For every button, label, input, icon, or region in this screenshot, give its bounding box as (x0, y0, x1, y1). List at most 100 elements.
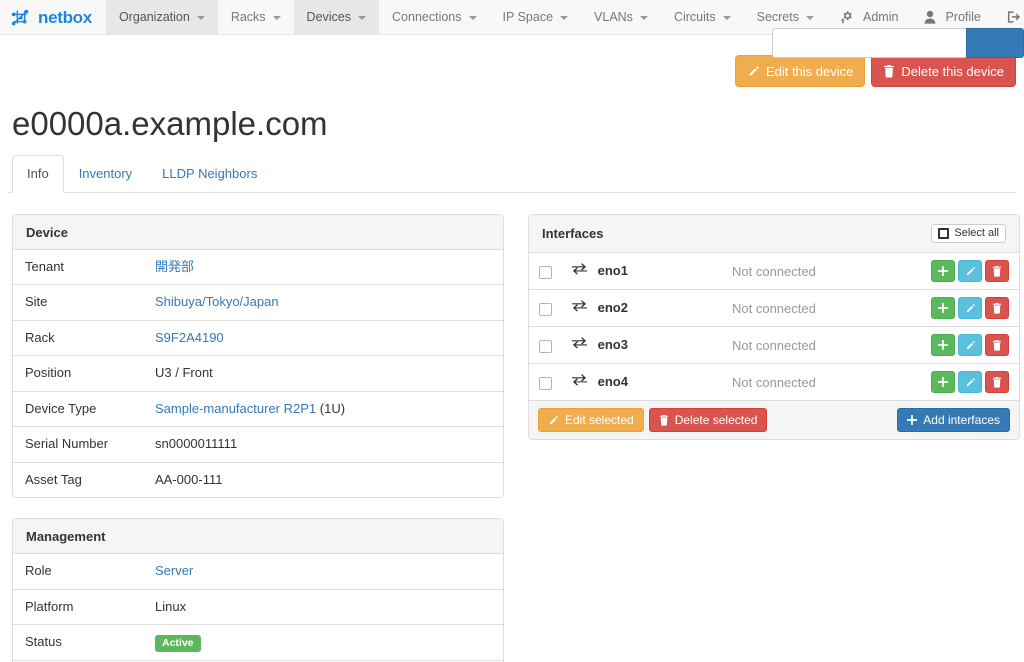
table-row: eno1 Not connected (529, 253, 1019, 290)
delete-this-device-button[interactable]: Delete this device (871, 55, 1016, 87)
table-row: eno4 Not connected (529, 363, 1019, 400)
trash-icon (992, 265, 1002, 277)
main-navbar: netbox Organization Racks Devices Connec… (0, 0, 1024, 58)
delete-interface-button[interactable] (985, 371, 1009, 393)
plus-icon (938, 266, 948, 276)
button-label: Edit selected (565, 413, 634, 427)
row-value: Shibuya/Tokyo/Japan (143, 284, 503, 321)
global-search-form (772, 28, 1024, 58)
tenant-link[interactable]: 開発部 (155, 259, 194, 274)
nav-item-ip-space[interactable]: IP Space (490, 0, 582, 34)
nav-item-racks[interactable]: Racks (218, 0, 294, 34)
edit-interface-button[interactable] (958, 334, 982, 356)
edit-interface-button[interactable] (958, 260, 982, 282)
search-submit-button[interactable] (966, 28, 1024, 58)
row-value: Sample-manufacturer R2P1 (1U) (143, 390, 503, 427)
pencil-icon (966, 266, 975, 275)
device-panel-heading: Device (13, 215, 503, 250)
interface-exchange-icon (572, 337, 587, 352)
nav-label: Connections (392, 10, 462, 24)
button-label: Add interfaces (923, 413, 1000, 427)
management-panel-heading: Management (13, 519, 503, 555)
interfaces-panel-heading: Interfaces Select all (529, 215, 1019, 253)
table-row: eno2 Not connected (529, 289, 1019, 327)
table-row: Asset Tag AA-000-111 (13, 461, 503, 498)
interface-name-cell: eno1 (562, 253, 722, 290)
rack-link[interactable]: S9F2A4190 (155, 330, 224, 345)
delete-interface-button[interactable] (985, 260, 1009, 282)
page-title: e0000a.example.com (12, 105, 328, 142)
interface-actions-cell (909, 363, 1019, 400)
interfaces-panel: Interfaces Select all eno1 Not connected… (528, 214, 1020, 440)
row-label: Position (13, 355, 143, 392)
status-badge: Active (155, 635, 201, 652)
add-connection-button[interactable] (931, 334, 955, 356)
table-row: Tenant 開発部 (13, 250, 503, 285)
nav-label: Racks (230, 10, 266, 24)
table-row: Device Type Sample-manufacturer R2P1 (1U… (13, 390, 503, 427)
device-type-height: (1U) (319, 400, 346, 416)
interface-actions-cell (909, 289, 1019, 327)
interface-exchange-icon (572, 263, 587, 278)
add-connection-button[interactable] (931, 371, 955, 393)
search-input[interactable] (772, 28, 966, 58)
nav-item-circuits[interactable]: Circuits (661, 0, 744, 34)
add-connection-button[interactable] (931, 297, 955, 319)
netbox-logo-icon (10, 7, 32, 29)
device-type-link[interactable]: Sample-manufacturer R2P1 (155, 401, 316, 416)
checkbox-square-icon (938, 228, 950, 239)
interface-row-checkbox[interactable] (539, 376, 552, 390)
trash-icon (659, 414, 669, 426)
edit-interface-button[interactable] (958, 297, 982, 319)
nav-item-devices[interactable]: Devices (293, 0, 380, 34)
left-column: Device Tenant 開発部 Site Shibuya/Tokyo/Jap… (12, 214, 504, 662)
button-label: Edit this device (765, 63, 854, 79)
nav-item-vlans[interactable]: VLANs (581, 0, 661, 34)
add-connection-button[interactable] (931, 260, 955, 282)
nav-item-organization[interactable]: Organization (105, 0, 218, 34)
table-row: Platform Linux (13, 588, 503, 625)
interface-connection-status: Not connected (722, 326, 909, 364)
delete-interface-button[interactable] (985, 297, 1009, 319)
netbox-brand-text: netbox (38, 8, 92, 27)
select-all-button[interactable]: Select all (931, 224, 1006, 243)
row-label: Status (13, 624, 143, 661)
serial-number-value: sn0000011111 (143, 426, 503, 463)
device-panel-title: Device (26, 224, 68, 240)
table-row: Site Shibuya/Tokyo/Japan (13, 284, 503, 321)
netbox-brand-link[interactable]: netbox (0, 0, 106, 35)
interface-row-checkbox[interactable] (539, 302, 552, 316)
platform-value: Linux (143, 588, 503, 625)
edit-interface-button[interactable] (958, 371, 982, 393)
delete-interface-button[interactable] (985, 334, 1009, 356)
table-row: Status Active (13, 624, 503, 661)
chevron-down-icon (358, 16, 367, 20)
row-select-cell (529, 326, 562, 364)
interface-name-cell: eno2 (562, 289, 722, 327)
nav-label: Admin (863, 10, 899, 24)
site-link[interactable]: Shibuya/Tokyo/Japan (155, 294, 279, 309)
tab-inventory[interactable]: Inventory (64, 155, 147, 193)
interface-actions-cell (909, 326, 1019, 364)
nav-label: Circuits (673, 10, 716, 24)
nav-label: Profile (945, 10, 981, 24)
delete-selected-button[interactable]: Delete selected (648, 408, 768, 432)
row-label: Serial Number (13, 426, 143, 463)
interface-row-checkbox[interactable] (539, 265, 552, 279)
tab-lldp-neighbors[interactable]: LLDP Neighbors (147, 155, 272, 193)
right-column: Interfaces Select all eno1 Not connected… (528, 214, 1020, 662)
interface-exchange-icon (572, 300, 587, 315)
row-label: Platform (13, 588, 143, 625)
interface-row-checkbox[interactable] (539, 339, 552, 353)
add-interfaces-button[interactable]: Add interfaces (897, 408, 1010, 432)
button-label: Delete selected (674, 413, 758, 427)
role-link[interactable]: Server (155, 563, 193, 578)
edit-this-device-button[interactable]: Edit this device (734, 55, 866, 87)
plus-icon (907, 415, 918, 425)
row-select-cell (529, 253, 562, 290)
row-label: Site (13, 284, 143, 321)
nav-item-connections[interactable]: Connections (379, 0, 490, 34)
row-label: Rack (13, 319, 143, 356)
edit-selected-button[interactable]: Edit selected (538, 408, 644, 432)
tab-info[interactable]: Info (12, 154, 64, 193)
